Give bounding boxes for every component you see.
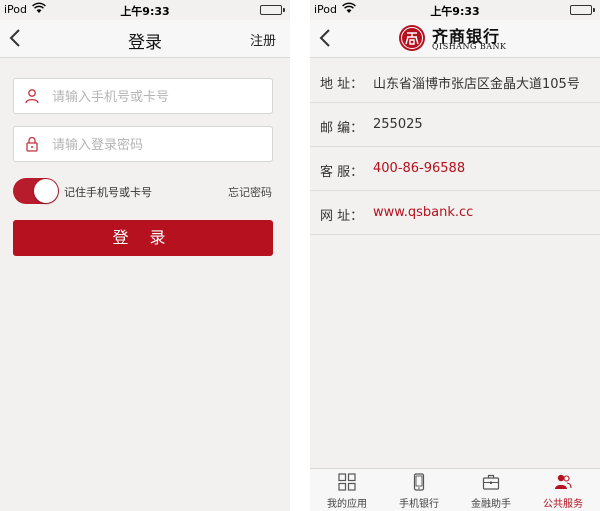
- bank-seal-icon: [398, 24, 426, 52]
- service-label: 客 服：: [320, 165, 364, 180]
- postcode-value: 255025: [373, 117, 423, 132]
- status-time: 上午9:33: [430, 5, 480, 18]
- login-screen: iPod 上午9:33 登录 注册 记住手: [0, 0, 290, 511]
- postcode-row: 邮 编： 255025: [310, 103, 600, 147]
- status-time: 上午9:33: [120, 5, 170, 18]
- people-icon: [554, 473, 572, 491]
- grid-icon: [338, 473, 356, 491]
- tab-finance-assistant[interactable]: 金融助手: [455, 469, 527, 511]
- user-icon: [24, 88, 40, 104]
- battery-icon: [570, 5, 595, 15]
- website-link[interactable]: www.qsbank.cc: [373, 205, 473, 220]
- service-row: 客 服： 400-86-96588: [310, 147, 600, 191]
- screenshot-stage: iPod 上午9:33 登录 注册 记住手: [0, 0, 600, 511]
- phone-input[interactable]: [52, 87, 262, 107]
- toggle-knob: [34, 179, 58, 203]
- status-bar: iPod 上午9:33: [310, 0, 600, 20]
- service-phone-link[interactable]: 400-86-96588: [373, 161, 465, 176]
- address-row: 地 址： 山东省淄博市张店区金晶大道105号: [310, 59, 600, 103]
- page-title: 登录: [128, 33, 162, 53]
- password-input[interactable]: [52, 135, 262, 155]
- phone-field[interactable]: [13, 78, 273, 114]
- battery-icon: [260, 5, 285, 15]
- remember-toggle[interactable]: [13, 178, 59, 204]
- back-chevron-icon[interactable]: [314, 26, 338, 50]
- website-label: 网 址：: [320, 209, 364, 224]
- tab-label: 公共服务: [543, 499, 583, 510]
- website-row: 网 址： www.qsbank.cc: [310, 191, 600, 235]
- tab-label: 我的应用: [327, 499, 367, 510]
- login-button[interactable]: 登 录: [13, 220, 273, 256]
- info-screen: iPod 上午9:33 齐商银行 QISHANG BANK 地 址： 山东省淄博…: [310, 0, 600, 511]
- status-bar: iPod 上午9:33: [0, 0, 290, 20]
- tab-label: 金融助手: [471, 499, 511, 510]
- bank-name-en: QISHANG BANK: [432, 42, 507, 51]
- address-value: 山东省淄博市张店区金晶大道105号: [373, 77, 580, 92]
- tab-bar: 我的应用 手机银行 金融助手 公共服务: [310, 468, 600, 511]
- tab-mobile-banking[interactable]: 手机银行: [383, 469, 455, 511]
- address-label: 地 址：: [320, 77, 364, 92]
- tab-public-services[interactable]: 公共服务: [527, 469, 599, 511]
- navigation-bar: 齐商银行 QISHANG BANK: [310, 20, 600, 58]
- register-button[interactable]: 注册: [250, 30, 276, 49]
- briefcase-icon: [482, 473, 500, 491]
- lock-icon: [24, 136, 40, 152]
- forgot-password-link[interactable]: 忘记密码: [228, 184, 272, 200]
- bank-logo: 齐商银行 QISHANG BANK: [398, 23, 528, 55]
- postcode-label: 邮 编：: [320, 121, 364, 136]
- tab-my-apps[interactable]: 我的应用: [311, 469, 383, 511]
- remember-label: 记住手机号或卡号: [64, 186, 152, 199]
- phone-icon: [410, 473, 428, 491]
- navigation-bar: 登录 注册: [0, 20, 290, 58]
- tab-label: 手机银行: [399, 499, 439, 510]
- password-field[interactable]: [13, 126, 273, 162]
